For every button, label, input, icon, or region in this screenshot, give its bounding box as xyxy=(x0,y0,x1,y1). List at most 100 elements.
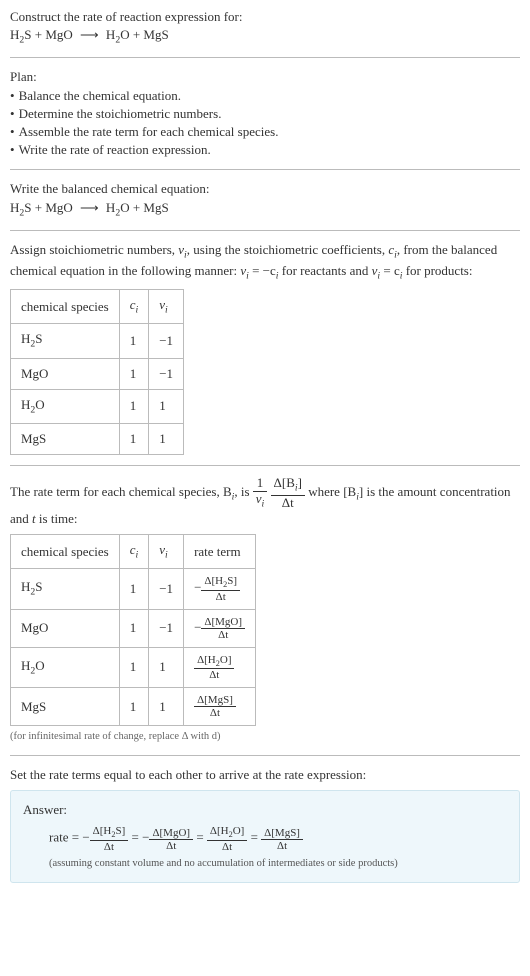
cell-nu: −1 xyxy=(149,569,184,609)
table-row: H2O 1 1 Δ[H2O]Δt xyxy=(11,647,256,687)
den: Δt xyxy=(90,841,129,853)
num: Δ[H2O] xyxy=(194,654,234,669)
sp-a: MgS xyxy=(21,699,46,714)
den: νi xyxy=(253,492,268,510)
answer-equation: rate = −Δ[H2S]Δt = −Δ[MgO]Δt = Δ[H2O]Δt … xyxy=(23,825,507,852)
rateterm-table: chemical species ci νi rate term H2S 1 −… xyxy=(10,534,256,726)
cell-species: H2S xyxy=(11,324,120,358)
infinitesimal-note: (for infinitesimal rate of change, repla… xyxy=(10,730,520,745)
i-sub: i xyxy=(165,305,168,316)
table-row: MgO 1 −1 xyxy=(11,358,184,389)
cell-species: MgS xyxy=(11,688,120,726)
plan-item: •Balance the chemical equation. xyxy=(10,87,520,105)
i-sub: i xyxy=(165,550,168,561)
den: Δt xyxy=(261,840,303,852)
cell-c: 1 xyxy=(119,688,149,726)
cell-c: 1 xyxy=(119,389,149,423)
bal-lhs-h: H xyxy=(10,200,19,215)
arrow-icon: ⟶ xyxy=(76,26,103,44)
plan-heading: Plan: xyxy=(10,68,520,86)
num-b: O] xyxy=(233,825,245,837)
rt-text: where [B xyxy=(308,484,356,499)
sp-b: O xyxy=(35,658,44,673)
bal-lhs-rest: S + MgO xyxy=(24,200,73,215)
intro-equation: H2S + MgO ⟶ H2O + MgS xyxy=(10,26,520,47)
num-a: Δ[H xyxy=(210,825,229,837)
rate-word: rate = xyxy=(49,830,82,845)
stoich-section: Assign stoichiometric numbers, νi, using… xyxy=(10,241,520,456)
table-header-row: chemical species ci νi xyxy=(11,290,184,324)
table-row: H2S 1 −1 xyxy=(11,324,184,358)
final-heading: Set the rate terms equal to each other t… xyxy=(10,766,520,784)
bal-rhs-h: H xyxy=(106,200,115,215)
sp-a: H xyxy=(21,331,30,346)
stoich-text: for reactants and xyxy=(278,263,371,278)
cell-c: 1 xyxy=(119,569,149,609)
stoich-text: = c xyxy=(380,263,400,278)
divider xyxy=(10,169,520,170)
eq-sign: = xyxy=(196,830,207,845)
rate-frac: Δ[MgO]Δt xyxy=(149,827,193,852)
divider xyxy=(10,465,520,466)
divider xyxy=(10,230,520,231)
plan-text: Balance the chemical equation. xyxy=(19,87,181,105)
rate-frac: Δ[MgS]Δt xyxy=(261,827,303,852)
num: 1 xyxy=(253,476,268,491)
den: Δt xyxy=(194,669,234,681)
stoich-table: chemical species ci νi H2S 1 −1 MgO 1 −1… xyxy=(10,289,184,455)
stoich-text: for products: xyxy=(402,263,472,278)
bullet-icon: • xyxy=(10,87,19,105)
arrow-icon: ⟶ xyxy=(76,199,103,217)
rate-frac: Δ[MgO]Δt xyxy=(201,616,245,641)
cell-c: 1 xyxy=(119,647,149,687)
neg-sign: − xyxy=(82,830,89,845)
col-nui: νi xyxy=(149,290,184,324)
plan-item: •Determine the stoichiometric numbers. xyxy=(10,105,520,123)
cell-c: 1 xyxy=(119,424,149,455)
bal-rhs-rest: O + MgS xyxy=(120,200,169,215)
cell-nu: 1 xyxy=(149,688,184,726)
neg-sign: − xyxy=(194,619,201,634)
conc-a: Δ[H xyxy=(204,575,223,587)
cell-c: 1 xyxy=(119,358,149,389)
eq-sign: = xyxy=(132,830,143,845)
col-ci: ci xyxy=(119,535,149,569)
col-ci: ci xyxy=(119,290,149,324)
sp-a: MgO xyxy=(21,620,48,635)
cell-rate: −Δ[H2S]Δt xyxy=(184,569,256,609)
conc-b: S] xyxy=(227,575,237,587)
cell-c: 1 xyxy=(119,609,149,647)
table-row: H2S 1 −1 −Δ[H2S]Δt xyxy=(11,569,256,609)
rateterm-paragraph: The rate term for each chemical species,… xyxy=(10,476,520,528)
eq-h2o-rest: O + MgS xyxy=(120,27,169,42)
rt-text: The rate term for each chemical species,… xyxy=(10,484,232,499)
num-a: Δ[B xyxy=(274,475,295,490)
plan-text: Determine the stoichiometric numbers. xyxy=(19,105,222,123)
frac-dBi-dt: Δ[Bi]Δt xyxy=(271,476,305,510)
cell-nu: 1 xyxy=(149,647,184,687)
balanced-heading: Write the balanced chemical equation: xyxy=(10,180,520,198)
plan-item: •Write the rate of reaction expression. xyxy=(10,141,520,159)
den: Δt xyxy=(271,496,305,510)
neg-sign: − xyxy=(142,830,149,845)
intro-line1: Construct the rate of reaction expressio… xyxy=(10,8,520,26)
table-row: MgS 1 1 Δ[MgS]Δt xyxy=(11,688,256,726)
col-rate: rate term xyxy=(184,535,256,569)
num-a: Δ[H xyxy=(93,825,112,837)
answer-label: Answer: xyxy=(23,801,507,819)
answer-box: Answer: rate = −Δ[H2S]Δt = −Δ[MgO]Δt = Δ… xyxy=(10,790,520,882)
cell-species: MgS xyxy=(11,424,120,455)
sp-b: S xyxy=(35,331,42,346)
col-species: chemical species xyxy=(11,290,120,324)
num: Δ[H2O] xyxy=(207,825,247,840)
cell-c: 1 xyxy=(119,324,149,358)
sp-b: S xyxy=(35,579,42,594)
balanced-equation: H2S + MgO ⟶ H2O + MgS xyxy=(10,199,520,220)
answer-note: (assuming constant volume and no accumul… xyxy=(23,853,507,872)
i-sub: i xyxy=(136,305,139,316)
eq-h2s-rest: S + MgO xyxy=(24,27,73,42)
num: Δ[H2S] xyxy=(201,575,240,590)
stoich-text: Assign stoichiometric numbers, xyxy=(10,242,178,257)
i-sub: i xyxy=(262,498,265,509)
eq-h2s-h: H xyxy=(10,27,19,42)
